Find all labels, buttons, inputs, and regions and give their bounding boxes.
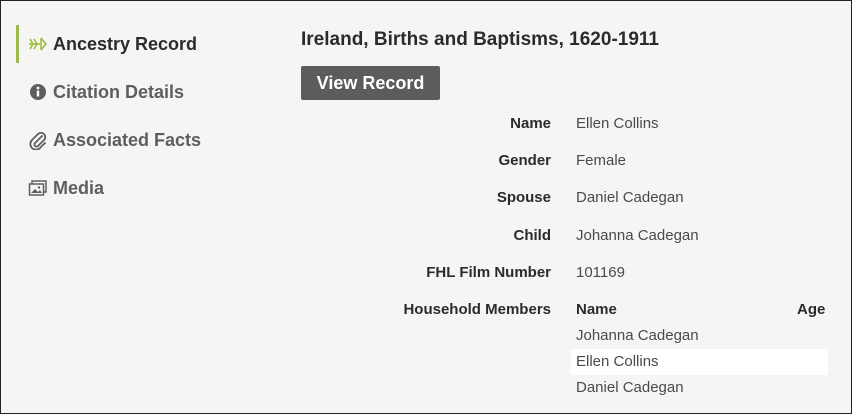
household-member-name: Daniel Cadegan xyxy=(576,379,684,396)
field-value-fhl-film-number: 101169 xyxy=(576,264,625,281)
household-column-age: Age xyxy=(797,301,826,318)
household-column-name: Name xyxy=(576,301,617,318)
record-title: Ireland, Births and Baptisms, 1620-1911 xyxy=(301,29,659,50)
field-label-household-members: Household Members xyxy=(403,301,551,318)
household-row: Daniel Cadegan xyxy=(571,375,828,401)
field-value-child: Johanna Cadegan xyxy=(576,227,699,244)
sidebar: Ancestry Record Citation Details Associa… xyxy=(1,1,281,413)
field-label-spouse: Spouse xyxy=(496,189,551,206)
household-row: Ellen Collins xyxy=(571,349,828,375)
household-member-name: Ellen Collins xyxy=(576,353,659,370)
paperclip-icon xyxy=(28,130,48,150)
field-value-spouse: Daniel Cadegan xyxy=(576,189,684,206)
ancestry-leaf-icon xyxy=(28,34,48,54)
field-label-name: Name xyxy=(510,115,551,132)
field-value-name: Ellen Collins xyxy=(576,115,659,132)
field-label-gender: Gender xyxy=(498,152,551,169)
record-panel: Ancestry Record Citation Details Associa… xyxy=(0,0,852,414)
sidebar-item-label: Citation Details xyxy=(53,81,185,102)
sidebar-item-citation-details[interactable]: Citation Details xyxy=(16,73,268,111)
photos-icon xyxy=(28,178,48,198)
sidebar-item-label: Ancestry Record xyxy=(53,33,198,54)
household-member-name: Johanna Cadegan xyxy=(576,327,699,344)
sidebar-item-label: Media xyxy=(53,177,105,198)
household-row: Johanna Cadegan xyxy=(571,323,828,349)
field-value-gender: Female xyxy=(576,152,627,169)
sidebar-item-media[interactable]: Media xyxy=(16,169,268,207)
sidebar-item-label: Associated Facts xyxy=(53,129,202,150)
sidebar-item-ancestry-record[interactable]: Ancestry Record xyxy=(16,25,268,63)
view-record-button[interactable]: View Record xyxy=(301,66,440,100)
field-label-fhl-film-number: FHL Film Number xyxy=(426,264,551,281)
field-label-child: Child xyxy=(513,227,552,244)
sidebar-item-associated-facts[interactable]: Associated Facts xyxy=(16,121,268,159)
info-icon xyxy=(28,82,48,102)
